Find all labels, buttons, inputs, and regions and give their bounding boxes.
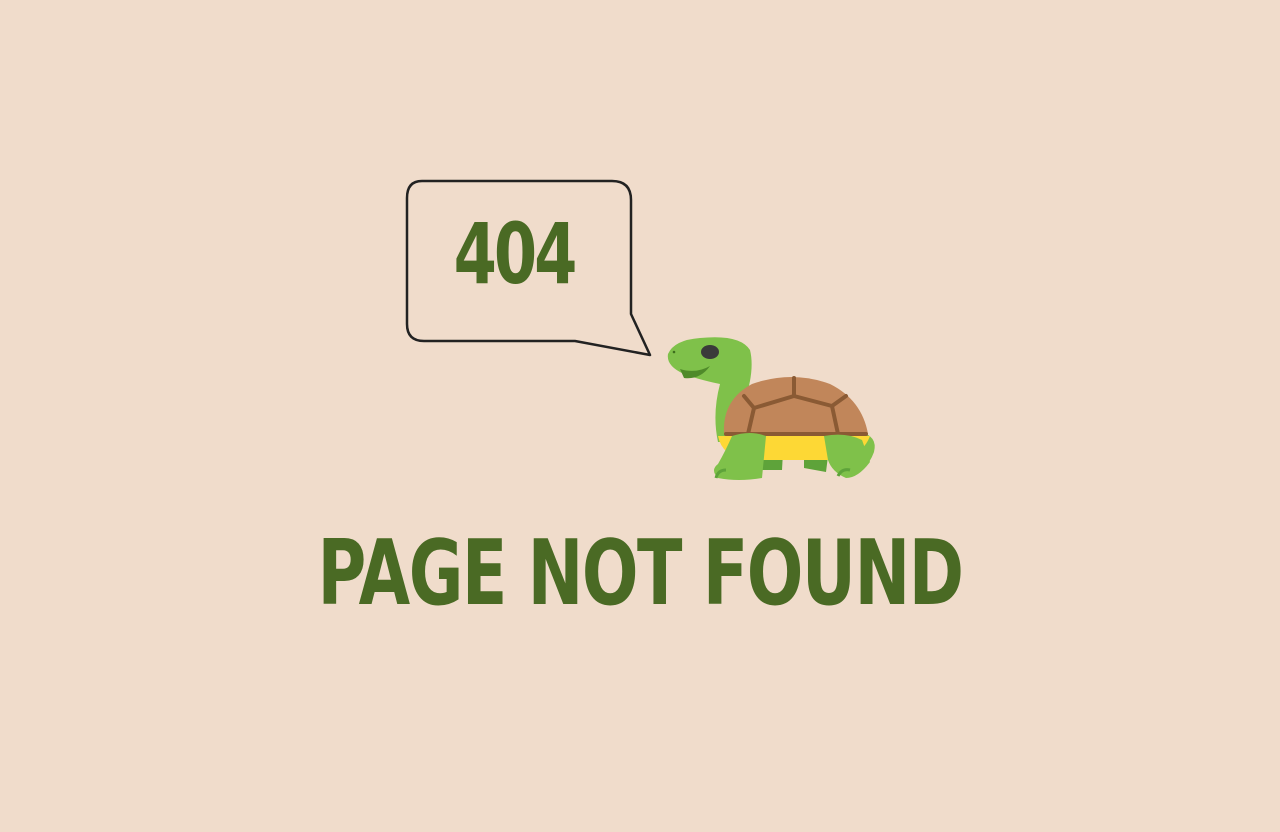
page-title: PAGE NOT FOUND — [317, 521, 964, 626]
not-found-page: 404 PAGE NOT FOUND — [0, 0, 1280, 832]
error-illustration: 404 — [400, 174, 885, 489]
error-code: 404 — [453, 205, 578, 303]
